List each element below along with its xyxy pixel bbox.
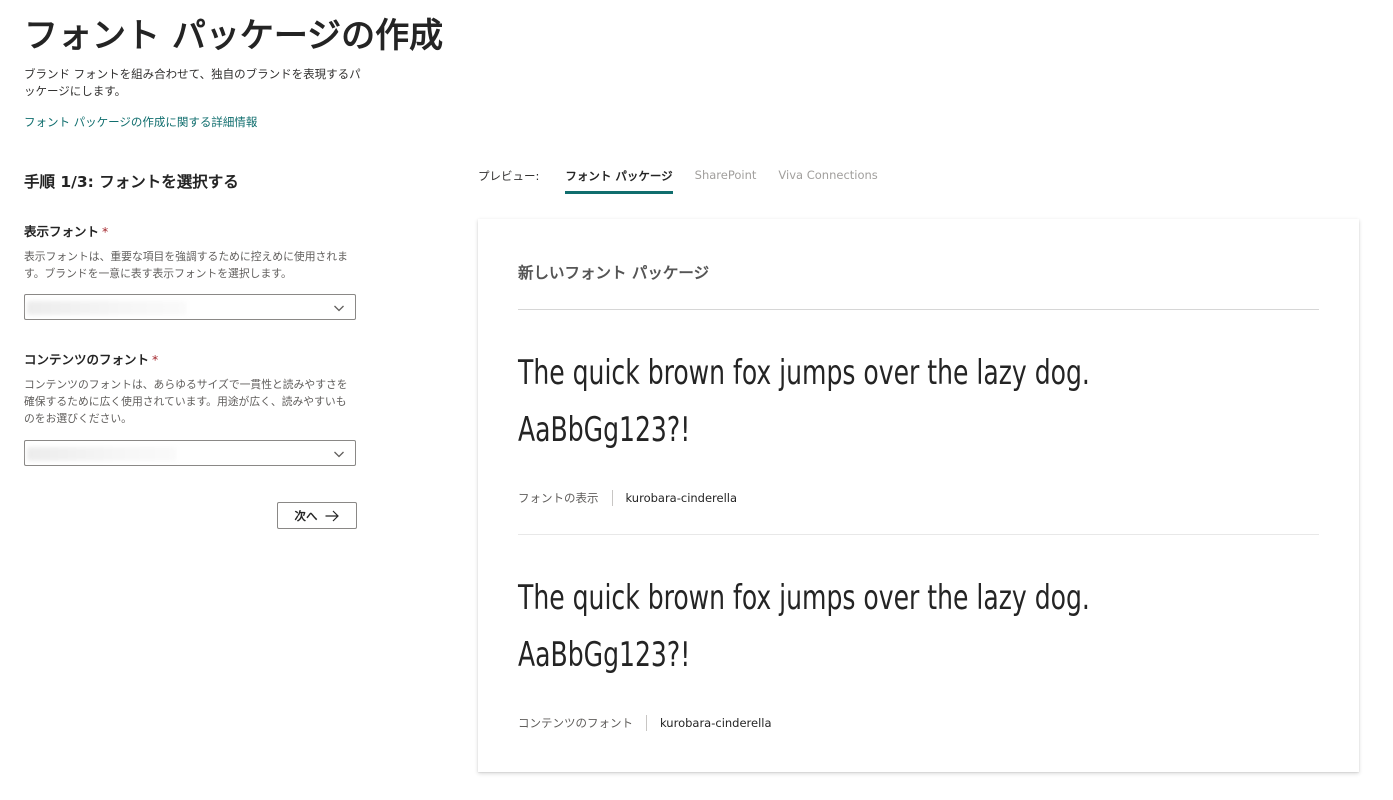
content-font-label: コンテンツのフォント * [24, 349, 158, 368]
content-font-dropdown[interactable] [24, 440, 356, 466]
page-title: フォント パッケージの作成 [24, 16, 444, 56]
obscured-selected-value [27, 301, 187, 315]
step-title: 手順 1/3: フォントを選択する [24, 173, 239, 191]
sample-line: AaBbGg123?! [518, 410, 691, 450]
divider [646, 715, 647, 731]
tab-font-package[interactable]: フォント パッケージ [565, 166, 673, 194]
meta-label: フォントの表示 [518, 491, 599, 505]
preview-label: プレビュー: [478, 169, 540, 183]
required-indicator: * [102, 224, 109, 239]
learn-more-link[interactable]: フォント パッケージの作成に関する詳細情報 [24, 114, 257, 130]
sample-line: AaBbGg123?! [518, 635, 691, 675]
content-font-sample: The quick brown fox jumps over the lazy … [518, 570, 1256, 684]
tab-sharepoint[interactable]: SharePoint [695, 166, 757, 190]
divider [518, 534, 1319, 535]
chevron-down-icon [334, 305, 344, 312]
display-font-description: 表示フォントは、重要な項目を強調するために控えめに使用されます。ブランドを一意に… [24, 250, 348, 280]
meta-value: kurobara-cinderella [660, 716, 772, 730]
display-font-sample: The quick brown fox jumps over the lazy … [518, 345, 1256, 459]
sample-line: The quick brown fox jumps over the lazy … [518, 353, 1090, 393]
preview-card: 新しいフォント パッケージ The quick brown fox jumps … [478, 219, 1359, 772]
sample-line: The quick brown fox jumps over the lazy … [518, 578, 1090, 618]
tab-viva-connections[interactable]: Viva Connections [778, 166, 877, 190]
next-button-label: 次へ [294, 508, 318, 523]
display-font-label-text: 表示フォント [24, 224, 100, 239]
chevron-down-icon [334, 451, 344, 458]
page-description: ブランド フォントを組み合わせて、独自のブランドを表現するパッケージにします。 [24, 67, 361, 98]
card-title: 新しいフォント パッケージ [518, 264, 710, 282]
divider [518, 309, 1319, 310]
content-font-description: コンテンツのフォントは、あらゆるサイズで一貫性と読みやすさを確保するために広く使… [24, 378, 348, 425]
arrow-right-icon [325, 510, 339, 521]
content-font-label-text: コンテンツのフォント [24, 352, 150, 367]
display-font-meta: フォントの表示 kurobara-cinderella [518, 490, 737, 506]
meta-label: コンテンツのフォント [518, 716, 633, 730]
preview-tab-bar: プレビュー: フォント パッケージ SharePoint Viva Connec… [478, 166, 900, 194]
next-button[interactable]: 次へ [277, 502, 357, 529]
required-indicator: * [152, 352, 159, 367]
meta-value: kurobara-cinderella [625, 491, 738, 505]
divider [611, 490, 613, 506]
display-font-dropdown[interactable] [24, 294, 356, 320]
display-font-label: 表示フォント * [24, 221, 108, 240]
content-font-meta: コンテンツのフォント kurobara-cinderella [518, 715, 772, 731]
obscured-selected-value [27, 447, 177, 461]
